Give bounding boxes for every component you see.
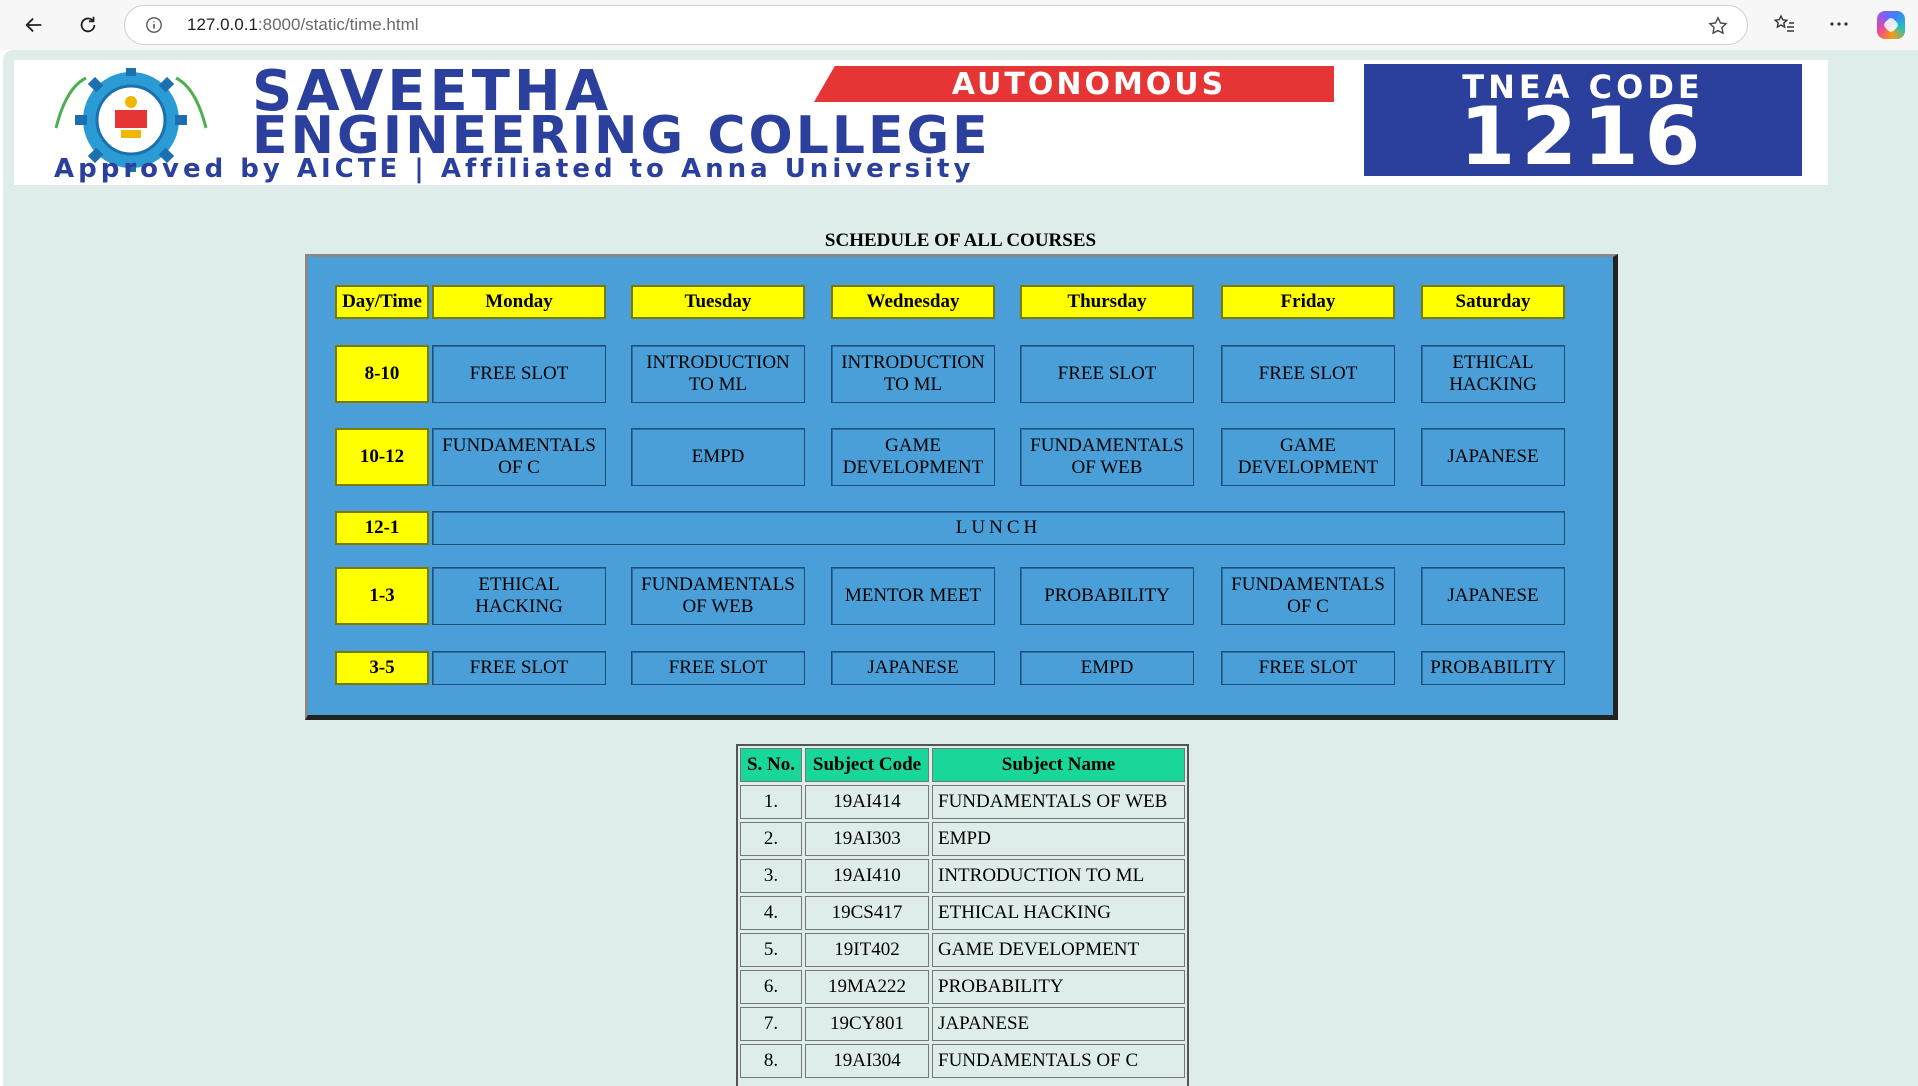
subject-code-cell: 19AI304: [805, 1044, 929, 1078]
subject-name-cell: GAME DEVELOPMENT: [932, 933, 1185, 967]
schedule-cell: ETHICAL HACKING: [1421, 345, 1565, 403]
subjects-header-cell: Subject Code: [805, 748, 929, 782]
favorites-list-icon: [1773, 14, 1794, 32]
time-slot-label: 8-10: [335, 345, 429, 403]
page-viewport: AUTONOMOUS SAVEETHA ENGINEERING COLLEGE …: [3, 50, 1918, 1086]
schedule-cell: PROBABILITY: [1421, 651, 1565, 685]
subject-name-cell: FUNDAMENTALS OF C: [932, 1044, 1185, 1078]
schedule-cell: FREE SLOT: [1221, 651, 1395, 685]
browser-toolbar: 127.0.0.1:8000/static/time.html: [0, 0, 1918, 50]
back-arrow-icon: [25, 17, 42, 33]
url-host: 127.0.0.1: [187, 15, 258, 34]
subject-code-cell: 19CY801: [805, 1007, 929, 1041]
subject-name-cell: PROBABILITY: [932, 970, 1185, 1004]
subject-name-cell: INTRODUCTION TO ML: [932, 859, 1185, 893]
time-slot-label: 10-12: [335, 428, 429, 486]
time-slot-label: 12-1: [335, 511, 429, 545]
time-slot-label: 3-5: [335, 651, 429, 685]
subject-name-cell: EMPD: [932, 822, 1185, 856]
schedule-cell: FREE SLOT: [631, 651, 805, 685]
subject-name-cell: ETHICAL HACKING: [932, 896, 1185, 930]
serial-number-cell: 1.: [740, 785, 802, 819]
serial-number-cell: 8.: [740, 1044, 802, 1078]
serial-number-cell: 4.: [740, 896, 802, 930]
subject-code-cell: 19MA222: [805, 970, 929, 1004]
schedule-cell: FUNDAMENTALS OF C: [1221, 567, 1395, 625]
serial-number-cell: 3.: [740, 859, 802, 893]
url-path: :8000/static/time.html: [257, 15, 419, 34]
subjects-table: S. No. Subject Code Subject Name 1. 19AI414 F…: [736, 744, 1189, 1086]
subject-code-cell: 19CS417: [805, 896, 929, 930]
schedule-header-friday: Friday: [1221, 285, 1395, 319]
address-bar[interactable]: 127.0.0.1:8000/static/time.html: [124, 5, 1748, 45]
back-button[interactable]: [16, 7, 52, 43]
schedule-cell: GAME DEVELOPMENT: [1221, 428, 1395, 486]
serial-number-cell: 5.: [740, 933, 802, 967]
reload-button[interactable]: [70, 7, 106, 43]
schedule-header-saturday: Saturday: [1421, 285, 1565, 319]
schedule-cell: FREE SLOT: [432, 345, 606, 403]
subjects-header-cell: S. No.: [740, 748, 802, 782]
subjects-header-cell: Subject Name: [932, 748, 1185, 782]
schedule-cell: FREE SLOT: [1221, 345, 1395, 403]
schedule-title: SCHEDULE OF ALL COURSES: [824, 230, 1097, 251]
time-slot-label: 1-3: [335, 567, 429, 625]
serial-number-cell: 2.: [740, 822, 802, 856]
schedule-header-monday: Monday: [432, 285, 606, 319]
affiliation-text: Approved by AICTE | Affiliated to Anna U…: [54, 154, 975, 184]
tnea-code: 1216: [1459, 90, 1707, 183]
schedule-cell: INTRODUCTION TO ML: [831, 345, 995, 403]
schedule-header-thursday: Thursday: [1020, 285, 1194, 319]
schedule-cell: PROBABILITY: [1020, 567, 1194, 625]
subject-code-cell: 19AI414: [805, 785, 929, 819]
schedule-cell: FREE SLOT: [432, 651, 606, 685]
schedule-cell: INTRODUCTION TO ML: [631, 345, 805, 403]
schedule-cell: ETHICAL HACKING: [432, 567, 606, 625]
serial-number-cell: 6.: [740, 970, 802, 1004]
favorites-button[interactable]: [1771, 11, 1797, 37]
schedule-cell: JAPANESE: [1421, 428, 1565, 486]
tnea-code-box: TNEA CODE 1216: [1364, 64, 1802, 180]
lunch-row-cell: LUNCH: [432, 511, 1565, 545]
reload-icon: [80, 16, 96, 33]
schedule-header-daytime: Day/Time: [335, 285, 429, 319]
copilot-icon[interactable]: [1877, 11, 1905, 39]
subject-code-cell: 19IT402: [805, 933, 929, 967]
schedule-cell: FUNDAMENTALS OF WEB: [631, 567, 805, 625]
schedule-cell: FREE SLOT: [1020, 345, 1194, 403]
serial-number-cell: 7.: [740, 1007, 802, 1041]
subject-name-cell: FUNDAMENTALS OF WEB: [932, 785, 1185, 819]
schedule-cell: GAME DEVELOPMENT: [831, 428, 995, 486]
favorite-star-icon[interactable]: [1707, 15, 1729, 37]
more-menu-button[interactable]: [1826, 11, 1852, 37]
schedule-header-tuesday: Tuesday: [631, 285, 805, 319]
schedule-cell: JAPANESE: [1421, 567, 1565, 625]
autonomous-badge: AUTONOMOUS: [814, 66, 1334, 102]
site-info-icon[interactable]: [145, 16, 163, 34]
subject-code-cell: 19AI410: [805, 859, 929, 893]
subject-name-cell: JAPANESE: [932, 1007, 1185, 1041]
schedule-cell: FUNDAMENTALS OF C: [432, 428, 606, 486]
schedule-cell: JAPANESE: [831, 651, 995, 685]
schedule-cell: FUNDAMENTALS OF WEB: [1020, 428, 1194, 486]
schedule-cell: EMPD: [631, 428, 805, 486]
schedule-cell: EMPD: [1020, 651, 1194, 685]
ellipsis-icon: [1830, 22, 1848, 26]
schedule-table: Day/Time Monday Tuesday Wednesday Thursday Fr…: [305, 254, 1618, 720]
schedule-header-wednesday: Wednesday: [831, 285, 995, 319]
url-text[interactable]: 127.0.0.1:8000/static/time.html: [187, 15, 419, 35]
college-banner: AUTONOMOUS SAVEETHA ENGINEERING COLLEGE …: [14, 60, 1828, 185]
subject-code-cell: 19AI303: [805, 822, 929, 856]
schedule-cell: MENTOR MEET: [831, 567, 995, 625]
